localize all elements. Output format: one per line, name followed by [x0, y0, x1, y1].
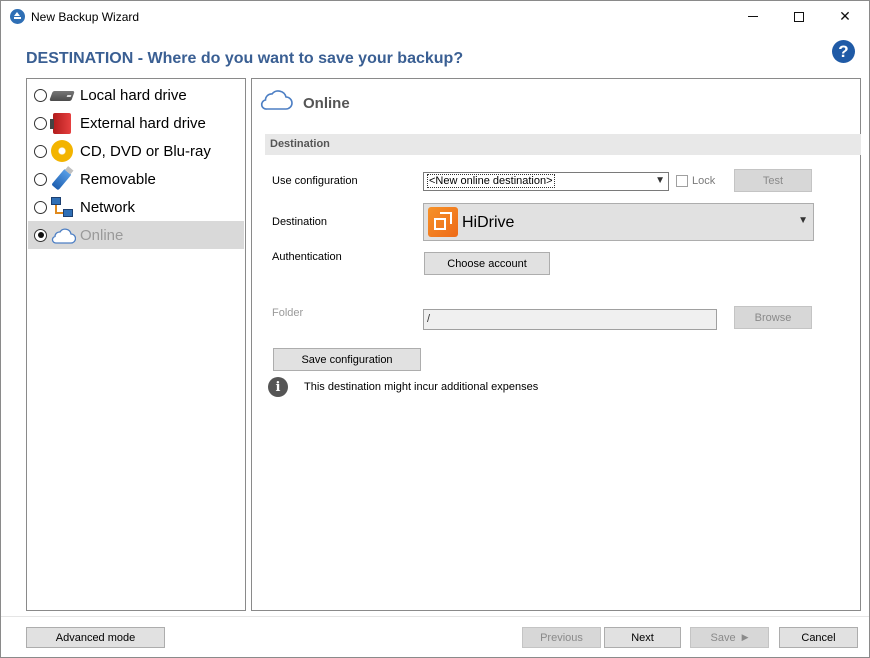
radio-button[interactable]	[34, 172, 47, 186]
destination-list: Local hard drive External hard drive CD,…	[26, 78, 246, 611]
destination-label: Local hard drive	[80, 86, 187, 104]
lock-label: Lock	[692, 175, 716, 187]
network-icon	[49, 196, 75, 218]
usb-drive-icon	[49, 168, 75, 191]
use-configuration-label: Use configuration	[272, 175, 358, 187]
cloud-icon	[259, 87, 293, 111]
advanced-mode-button[interactable]: Advanced mode	[26, 627, 165, 648]
info-icon: i	[268, 377, 288, 397]
folder-label: Folder	[272, 307, 304, 319]
authentication-label: Authentication	[272, 251, 342, 263]
use-configuration-select[interactable]: <New online destination> ▼	[423, 172, 669, 191]
save-button[interactable]: Save ▶	[690, 627, 769, 648]
help-icon[interactable]: ?	[832, 40, 855, 63]
radio-button[interactable]	[34, 144, 47, 158]
save-configuration-button[interactable]: Save configuration	[273, 348, 421, 371]
section-label: Destination	[270, 138, 330, 150]
panel-title: Online	[303, 95, 350, 112]
destination-online[interactable]: Online	[28, 221, 244, 249]
browse-button[interactable]: Browse	[734, 306, 812, 329]
destination-label: Online	[80, 226, 124, 244]
destination-removable[interactable]: Removable	[28, 165, 244, 193]
external-drive-icon	[49, 112, 75, 134]
hidrive-logo-icon	[428, 207, 458, 237]
next-button[interactable]: Next	[604, 627, 681, 648]
destination-label: Removable	[80, 170, 156, 188]
radio-button[interactable]	[34, 88, 47, 102]
chevron-down-icon: ▼	[655, 175, 665, 186]
close-button[interactable]: ✕	[822, 1, 868, 32]
destination-label: External hard drive	[80, 114, 206, 132]
folder-input[interactable]: /	[423, 309, 717, 330]
page-title: DESTINATION - Where do you want to save …	[26, 50, 464, 67]
chevron-right-icon: ▶	[741, 632, 749, 642]
radio-button[interactable]	[34, 116, 47, 130]
save-button-label: Save	[710, 631, 736, 644]
destination-network[interactable]: Network	[28, 193, 244, 221]
destination-external-hard-drive[interactable]: External hard drive	[28, 109, 244, 137]
maximize-button[interactable]	[776, 1, 822, 32]
destination-label: Destination	[272, 216, 328, 228]
choose-account-button[interactable]: Choose account	[424, 252, 550, 275]
destination-label: Network	[80, 198, 136, 216]
wizard-window: New Backup Wizard ✕ DESTINATION - Where …	[0, 0, 870, 658]
chevron-down-icon: ▼	[798, 215, 808, 226]
maximize-icon	[794, 11, 804, 22]
window-title: New Backup Wizard	[31, 10, 140, 24]
destination-label: CD, DVD or Blu-ray	[80, 142, 211, 160]
cancel-button[interactable]: Cancel	[779, 627, 858, 648]
test-button[interactable]: Test	[734, 169, 812, 192]
lock-checkbox[interactable]	[676, 175, 688, 187]
app-icon	[10, 9, 25, 24]
destination-panel: Online Destination Use configuration <Ne…	[251, 78, 861, 611]
footer-divider	[1, 616, 869, 617]
section-header: Destination	[265, 134, 861, 155]
destination-cd-dvd-bluray[interactable]: CD, DVD or Blu-ray	[28, 137, 244, 165]
close-icon: ✕	[839, 8, 851, 24]
hard-drive-icon	[49, 84, 75, 106]
title-bar: New Backup Wizard ✕	[1, 1, 869, 32]
destination-local-hard-drive[interactable]: Local hard drive	[28, 81, 244, 109]
radio-button-selected[interactable]	[34, 228, 47, 242]
radio-button[interactable]	[34, 200, 47, 214]
info-text: This destination might incur additional …	[304, 381, 539, 393]
destination-value: HiDrive	[462, 214, 515, 231]
destination-select[interactable]: HiDrive ▼	[423, 203, 814, 241]
previous-button[interactable]: Previous	[522, 627, 601, 648]
minimize-button[interactable]	[730, 1, 776, 32]
use-configuration-value: <New online destination>	[427, 174, 555, 188]
cloud-icon	[49, 224, 76, 246]
minimize-icon	[748, 16, 758, 17]
disc-icon	[49, 140, 75, 162]
